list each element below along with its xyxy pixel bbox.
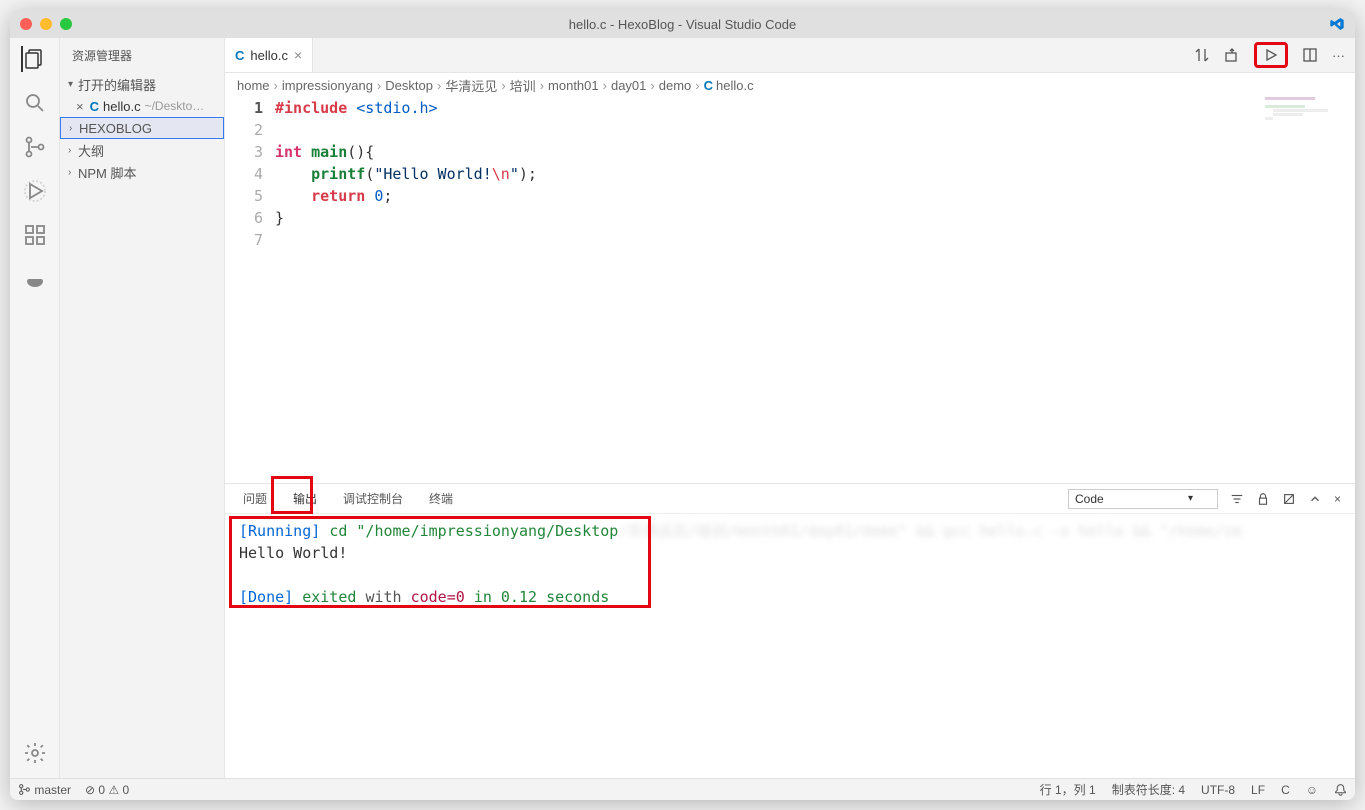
- panel-close-icon[interactable]: ×: [1334, 492, 1341, 506]
- titlebar: hello.c - HexoBlog - Visual Studio Code: [10, 10, 1355, 38]
- crumb-6[interactable]: day01: [611, 78, 646, 93]
- panel-chevron-up-icon[interactable]: [1308, 492, 1322, 506]
- status-bell-icon[interactable]: [1334, 783, 1347, 796]
- project-root[interactable]: ›HEXOBLOG: [60, 117, 224, 139]
- docker-icon[interactable]: [22, 266, 48, 292]
- debug-icon[interactable]: [22, 178, 48, 204]
- crumb-home[interactable]: home: [237, 78, 270, 93]
- split-editor-icon[interactable]: [1302, 47, 1318, 63]
- explorer-tree: ▾打开的编辑器 × C hello.c ~/Deskto… ›HEXOBLOG …: [60, 73, 224, 183]
- activity-bar: [10, 38, 60, 778]
- traffic-lights: [20, 18, 72, 30]
- output-channel-select[interactable]: Code▾: [1068, 489, 1218, 509]
- minimap[interactable]: [1265, 97, 1345, 127]
- tab-hello-c[interactable]: C hello.c ×: [225, 38, 313, 72]
- crumb-file[interactable]: Chello.c: [704, 78, 754, 93]
- status-tabsize[interactable]: 制表符长度: 4: [1112, 781, 1185, 798]
- tabs-row: C hello.c × ···: [225, 38, 1355, 73]
- open-editors-label: 打开的编辑器: [78, 75, 156, 94]
- minimize-window-button[interactable]: [40, 18, 52, 30]
- search-icon[interactable]: [22, 90, 48, 116]
- crumb-7[interactable]: demo: [659, 78, 692, 93]
- program-output: Hello World!: [239, 542, 1341, 564]
- lock-icon[interactable]: [1256, 492, 1270, 506]
- breadcrumb[interactable]: home› impressionyang› Desktop› 华清远见› 培训›…: [225, 73, 1355, 97]
- status-problems[interactable]: ⊘ 0 ⚠ 0: [85, 783, 129, 797]
- filter-icon[interactable]: [1230, 492, 1244, 506]
- crumb-5[interactable]: month01: [548, 78, 599, 93]
- window: hello.c - HexoBlog - Visual Studio Code: [10, 10, 1355, 800]
- compare-icon[interactable]: [1194, 47, 1210, 63]
- panel-tab-debug[interactable]: 调试控制台: [339, 488, 407, 509]
- tab-actions: ···: [1184, 38, 1355, 72]
- tab-filename: hello.c: [250, 48, 288, 63]
- outline-section[interactable]: ›大纲: [60, 139, 224, 161]
- open-changes-icon[interactable]: [1224, 47, 1240, 63]
- tab-close-icon[interactable]: ×: [294, 47, 302, 63]
- settings-gear-icon[interactable]: [22, 740, 48, 766]
- panel-tab-output[interactable]: 输出: [289, 488, 321, 509]
- project-name: HEXOBLOG: [79, 121, 152, 136]
- source-control-icon[interactable]: [22, 134, 48, 160]
- more-actions-icon[interactable]: ···: [1332, 48, 1345, 63]
- panel-tabs: 问题 输出 调试控制台 终端 Code▾ ×: [225, 484, 1355, 514]
- sidebar-header: 资源管理器: [60, 38, 224, 73]
- main-area: 资源管理器 ▾打开的编辑器 × C hello.c ~/Deskto… ›HEX…: [10, 38, 1355, 778]
- crumb-4[interactable]: 培训: [510, 76, 536, 95]
- run-code-button[interactable]: [1254, 42, 1288, 68]
- clear-output-icon[interactable]: [1282, 492, 1296, 506]
- npm-scripts-section[interactable]: ›NPM 脚本: [60, 161, 224, 183]
- status-language[interactable]: C: [1281, 783, 1290, 797]
- explorer-icon[interactable]: [21, 46, 47, 72]
- status-lncol[interactable]: 行 1，列 1: [1040, 781, 1096, 798]
- close-file-icon[interactable]: ×: [76, 99, 84, 114]
- vscode-logo-icon: [1329, 16, 1345, 32]
- editor-area: C hello.c × ··· home› impressionyang› De…: [225, 38, 1355, 778]
- open-file-path: ~/Deskto…: [145, 99, 205, 113]
- panel-tab-problems[interactable]: 问题: [239, 488, 271, 509]
- open-file-name: hello.c: [103, 99, 141, 114]
- panel-toolbar: Code▾ ×: [1068, 489, 1341, 509]
- status-feedback-icon[interactable]: ☺: [1306, 783, 1318, 797]
- open-file-hello-c[interactable]: × C hello.c ~/Deskto…: [60, 95, 224, 117]
- crumb-user[interactable]: impressionyang: [282, 78, 373, 93]
- output-body[interactable]: [Running] cd "/home/impressionyang/Deskt…: [225, 514, 1355, 778]
- panel-tab-terminal[interactable]: 终端: [425, 488, 457, 509]
- status-encoding[interactable]: UTF-8: [1201, 783, 1235, 797]
- status-branch[interactable]: master: [18, 783, 71, 797]
- sidebar: 资源管理器 ▾打开的编辑器 × C hello.c ~/Deskto… ›HEX…: [60, 38, 225, 778]
- crumb-desktop[interactable]: Desktop: [385, 78, 433, 93]
- outline-label: 大纲: [78, 141, 104, 160]
- code-editor[interactable]: 1 2 3 4 5 6 7 #include <stdio.h> int mai…: [225, 97, 1355, 483]
- bottom-panel: 问题 输出 调试控制台 终端 Code▾ ×: [225, 483, 1355, 778]
- npm-label: NPM 脚本: [78, 163, 137, 182]
- open-editors-section[interactable]: ▾打开的编辑器: [60, 73, 224, 95]
- statusbar: master ⊘ 0 ⚠ 0 行 1，列 1 制表符长度: 4 UTF-8 LF…: [10, 778, 1355, 800]
- crumb-3[interactable]: 华清远见: [445, 76, 497, 95]
- code-content[interactable]: #include <stdio.h> int main(){ printf("H…: [275, 97, 1355, 483]
- window-title: hello.c - HexoBlog - Visual Studio Code: [10, 17, 1355, 32]
- editor-split: 1 2 3 4 5 6 7 #include <stdio.h> int mai…: [225, 97, 1355, 778]
- status-eol[interactable]: LF: [1251, 783, 1265, 797]
- extensions-icon[interactable]: [22, 222, 48, 248]
- line-gutter: 1 2 3 4 5 6 7: [225, 97, 275, 483]
- maximize-window-button[interactable]: [60, 18, 72, 30]
- close-window-button[interactable]: [20, 18, 32, 30]
